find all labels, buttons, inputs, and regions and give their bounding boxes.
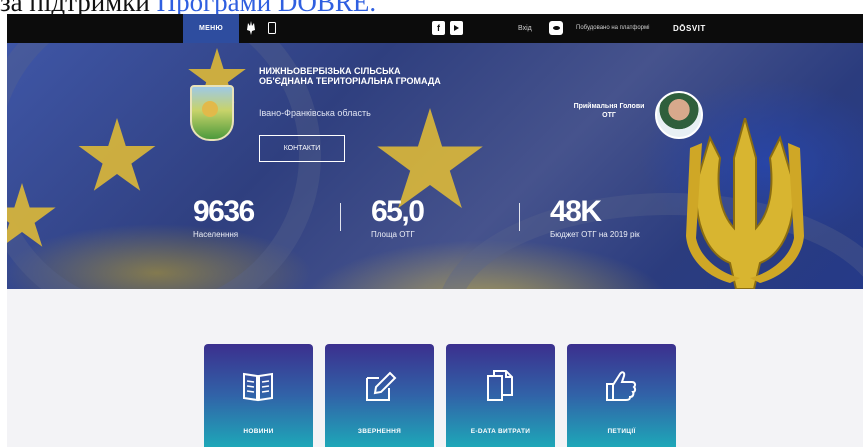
stat-label: Бюджет ОТГ на 2019 рік [550, 230, 640, 239]
eye-icon[interactable] [549, 21, 563, 35]
stat-budget: 48K Бюджет ОТГ на 2019 рік [550, 195, 640, 240]
tile-appeals[interactable]: ЗВЕРНЕННЯ [325, 344, 434, 447]
stat-label: Населенння [193, 230, 239, 239]
services-section: НОВИНИ ЗВЕРНЕННЯ E-DATA ВИТРАТИ ПЕТИЦІЇ [7, 289, 863, 447]
login-link[interactable]: Вхід [518, 14, 532, 43]
tile-label: E-DATA ВИТРАТИ [470, 428, 531, 435]
stat-value: 65,0 [371, 195, 425, 228]
trident-icon[interactable] [244, 21, 258, 35]
menu-button[interactable]: МЕНЮ [183, 14, 239, 43]
documents-icon [487, 370, 513, 401]
tile-label: НОВИНИ [243, 428, 274, 435]
stat-value: 48K [550, 195, 602, 228]
stat-divider [519, 203, 520, 231]
contacts-button[interactable]: КОНТАКТИ [259, 135, 345, 162]
book-icon [243, 372, 273, 402]
top-navigation-bar: МЕНЮ f Вхід Побудовано на платформі DŌSV… [7, 14, 863, 43]
edit-icon [366, 371, 397, 401]
tile-news[interactable]: НОВИНИ [204, 344, 313, 447]
stat-label: Площа ОТГ [371, 230, 415, 239]
community-emblem [190, 85, 234, 141]
tile-label: ЗВЕРНЕННЯ [357, 428, 402, 435]
platform-brand-logo[interactable]: DŌSVIT [673, 14, 706, 43]
phone-icon[interactable] [266, 21, 278, 35]
hero-banner: НИЖНЬОВЕРБІЗЬКА СІЛЬСЬКА ОБ'ЄДНАНА ТЕРИТ… [7, 43, 863, 289]
facebook-icon[interactable]: f [432, 21, 445, 35]
community-name: НИЖНЬОВЕРБІЗЬКА СІЛЬСЬКА ОБ'ЄДНАНА ТЕРИТ… [259, 66, 441, 86]
tile-e-data[interactable]: E-DATA ВИТРАТИ [446, 344, 555, 447]
thumbs-up-icon [606, 371, 637, 401]
reception-label[interactable]: Приймальня Голови ОТГ [569, 102, 649, 120]
built-on-label: Побудовано на платформі [576, 25, 650, 31]
stat-area: 65,0 Площа ОТГ [371, 195, 425, 240]
stat-population: 9636 Населенння [193, 195, 255, 240]
trident-emblem-icon [686, 118, 804, 289]
stat-divider [340, 203, 341, 231]
stat-value: 9636 [193, 195, 255, 228]
youtube-icon[interactable] [450, 21, 463, 35]
tile-petitions[interactable]: ПЕТИЦІЇ [567, 344, 676, 447]
region-label: Івано-Франківська область [259, 108, 371, 118]
tile-label: ПЕТИЦІЇ [607, 428, 636, 435]
